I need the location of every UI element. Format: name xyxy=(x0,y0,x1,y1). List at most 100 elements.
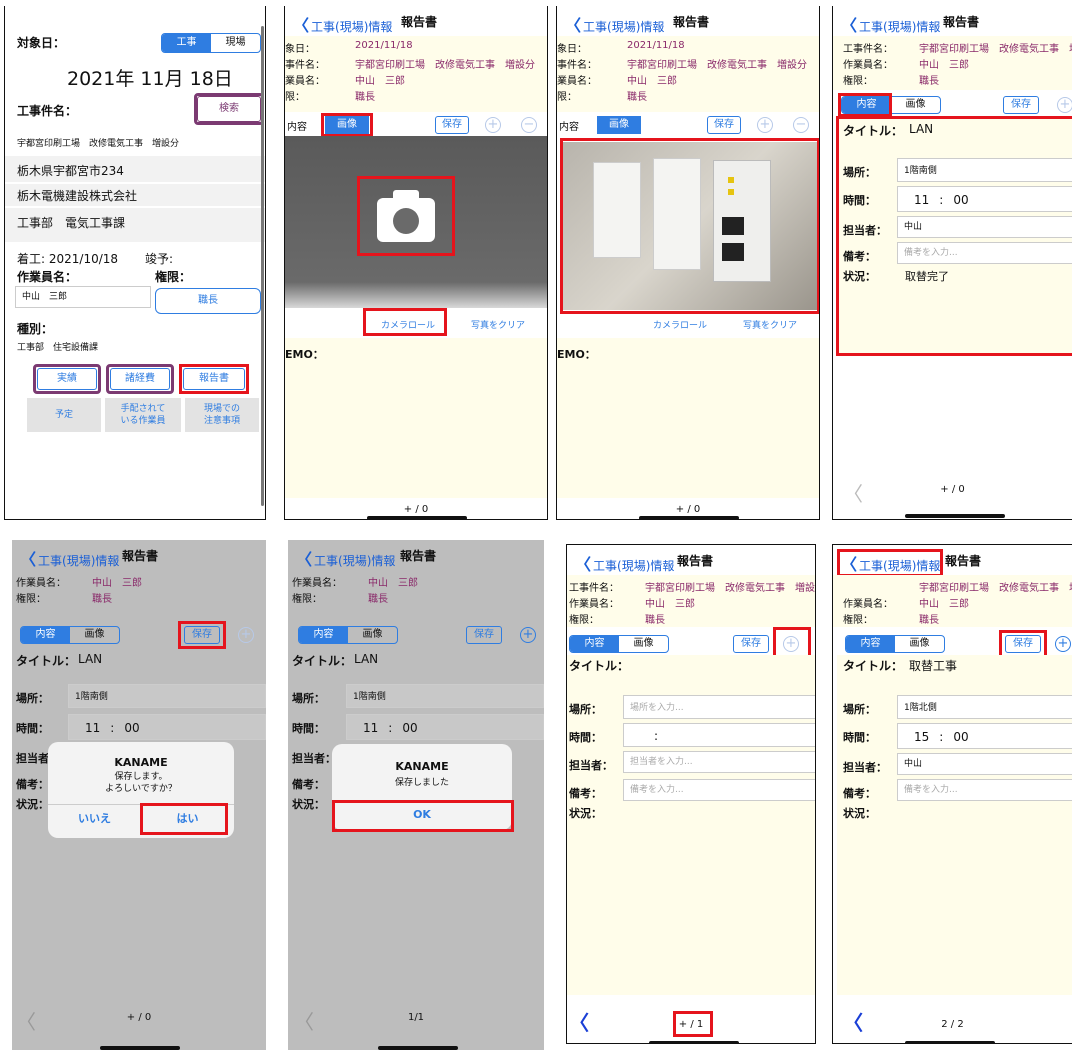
minute[interactable]: 00 xyxy=(953,730,968,744)
work-site-toggle[interactable]: 工事 現場 xyxy=(161,33,261,53)
person-field[interactable]: 中山 xyxy=(897,216,1072,238)
scrollbar[interactable] xyxy=(261,26,264,506)
content-image-toggle[interactable]: 内容 画像 xyxy=(845,635,945,653)
tab-image[interactable]: 画像 xyxy=(348,627,397,643)
info-worker-label: 業員名： xyxy=(557,76,597,87)
ok-button[interactable]: OK xyxy=(332,808,512,821)
title-label: タイトル： xyxy=(16,654,77,668)
time-field[interactable]: : xyxy=(623,723,815,747)
back-button[interactable]: 〈工事(現場)情報 xyxy=(841,12,940,36)
remove-icon[interactable]: − xyxy=(793,117,809,133)
save-button[interactable]: 保存 xyxy=(733,635,769,653)
tab-image[interactable]: 画像 xyxy=(70,627,119,643)
tab-content[interactable]: 内容 xyxy=(299,627,348,643)
memo-area[interactable]: EMO： xyxy=(557,338,819,498)
save-button[interactable]: 保存 xyxy=(184,626,220,644)
tab-content[interactable]: 内容 xyxy=(287,118,307,133)
image-placeholder[interactable] xyxy=(285,136,547,308)
save-button[interactable]: 保存 xyxy=(466,626,502,644)
hour[interactable]: 15 xyxy=(914,730,929,744)
back-button[interactable]: 〈工事(現場)情報 xyxy=(565,12,664,36)
content-image-toggle[interactable]: 内容 画像 xyxy=(298,626,398,644)
clear-photo-button[interactable]: 写真をクリア xyxy=(471,318,525,331)
tab-image[interactable]: 画像 xyxy=(891,97,940,113)
place-field[interactable]: 1階南側 xyxy=(346,684,544,708)
worker-field[interactable]: 中山 三郎 xyxy=(15,286,151,308)
back-button[interactable]: 〈工事(現場)情報 xyxy=(296,546,395,570)
hour[interactable]: 11 xyxy=(914,193,929,207)
content-image-toggle[interactable]: 内容 画像 xyxy=(841,96,941,114)
clear-photo-button[interactable]: 写真をクリア xyxy=(743,318,797,331)
add-icon[interactable]: + xyxy=(485,117,501,133)
minute[interactable]: 00 xyxy=(953,193,968,207)
seg-site[interactable]: 現場 xyxy=(211,34,260,52)
person-field[interactable]: 担当者を入力... xyxy=(623,751,815,773)
add-icon[interactable]: + xyxy=(238,627,254,643)
staff-button[interactable]: 手配されて いる作業員 xyxy=(105,398,181,432)
plan-button[interactable]: 予定 xyxy=(27,398,101,432)
time-field[interactable]: 11:00 xyxy=(897,186,1072,212)
info-worker: 中山 三郎 xyxy=(919,599,969,610)
person-field[interactable]: 中山 xyxy=(897,753,1072,775)
save-button[interactable]: 保存 xyxy=(1005,635,1041,653)
back-button[interactable]: 〈工事(現場)情報 xyxy=(575,551,674,575)
remove-icon[interactable]: − xyxy=(521,117,537,133)
tab-content[interactable]: 内容 xyxy=(846,636,895,652)
save-button[interactable]: 保存 xyxy=(707,116,741,134)
time-field[interactable]: 11:00 xyxy=(68,714,266,740)
content-image-toggle[interactable]: 内容 画像 xyxy=(569,635,669,653)
tab-image[interactable]: 画像 xyxy=(895,636,944,652)
add-icon[interactable]: + xyxy=(1055,636,1071,652)
content-image-toggle[interactable]: 内容 画像 xyxy=(20,626,120,644)
add-icon[interactable]: + xyxy=(757,117,773,133)
minute[interactable]: 00 xyxy=(402,721,417,735)
place-field[interactable]: 1階南側 xyxy=(897,158,1072,182)
add-icon[interactable]: + xyxy=(1057,97,1072,113)
remarks-field[interactable]: 備考を入力... xyxy=(897,242,1072,264)
title-value[interactable]: LAN xyxy=(354,652,378,666)
add-icon[interactable]: + xyxy=(520,627,536,643)
tab-content[interactable]: 内容 xyxy=(21,627,70,643)
tab-content[interactable]: 内容 xyxy=(559,118,579,133)
tab-image[interactable]: 画像 xyxy=(325,116,369,134)
title-value[interactable]: 取替工事 xyxy=(909,657,957,674)
save-button[interactable]: 保存 xyxy=(1003,96,1039,114)
back-button[interactable]: 〈工事(現場)情報 xyxy=(841,551,940,575)
add-icon[interactable]: + xyxy=(783,636,799,652)
camera-roll-button[interactable]: カメラロール xyxy=(653,318,707,331)
seg-work[interactable]: 工事 xyxy=(162,34,211,52)
remarks-field[interactable]: 備考を入力... xyxy=(897,779,1072,801)
auth-button[interactable]: 職長 xyxy=(155,288,261,314)
hour[interactable]: 11 xyxy=(85,721,100,735)
back-button[interactable]: 〈工事(現場)情報 xyxy=(20,546,119,570)
title-value[interactable]: LAN xyxy=(78,652,102,666)
time-label: 時間： xyxy=(843,731,876,744)
place-field[interactable]: 1階北側 xyxy=(897,695,1072,719)
photo-image[interactable] xyxy=(563,142,817,310)
date-display[interactable]: 2021年 11月 18日 xyxy=(67,64,233,91)
tab-image[interactable]: 画像 xyxy=(597,116,641,134)
notes-button[interactable]: 現場での 注意事項 xyxy=(185,398,259,432)
back-button[interactable]: 〈工事(現場)情報 xyxy=(293,12,392,36)
time-field[interactable]: 15:00 xyxy=(897,723,1072,749)
minute[interactable]: 00 xyxy=(124,721,139,735)
tab-content[interactable]: 内容 xyxy=(570,636,619,652)
camera-roll-button[interactable]: カメラロール xyxy=(381,318,435,331)
camera-icon[interactable] xyxy=(377,190,435,242)
memo-area[interactable]: EMO： xyxy=(285,338,547,498)
tab-content[interactable]: 内容 xyxy=(842,97,891,113)
title-value[interactable]: LAN xyxy=(909,122,933,136)
place-field[interactable]: 場所を入力... xyxy=(623,695,815,719)
status-value[interactable]: 取替完了 xyxy=(905,268,949,284)
no-button[interactable]: いいえ xyxy=(48,810,141,826)
save-button[interactable]: 保存 xyxy=(435,116,469,134)
report-button[interactable]: 報告書 xyxy=(183,368,245,390)
tab-image[interactable]: 画像 xyxy=(619,636,668,652)
yes-button[interactable]: はい xyxy=(141,810,234,826)
hour[interactable]: 11 xyxy=(363,721,378,735)
remarks-field[interactable]: 備考を入力... xyxy=(623,779,815,801)
place-field[interactable]: 1階南側 xyxy=(68,684,266,708)
time-field[interactable]: 11:00 xyxy=(346,714,544,740)
info-job: 宇都宮印刷工場 改修電気工事 増設分 xyxy=(627,60,807,71)
panel-content-filled: 〈工事(現場)情報 報告書 工事件名： 宇都宮印刷工場 改修電気工事 増設分 作… xyxy=(832,6,1072,520)
